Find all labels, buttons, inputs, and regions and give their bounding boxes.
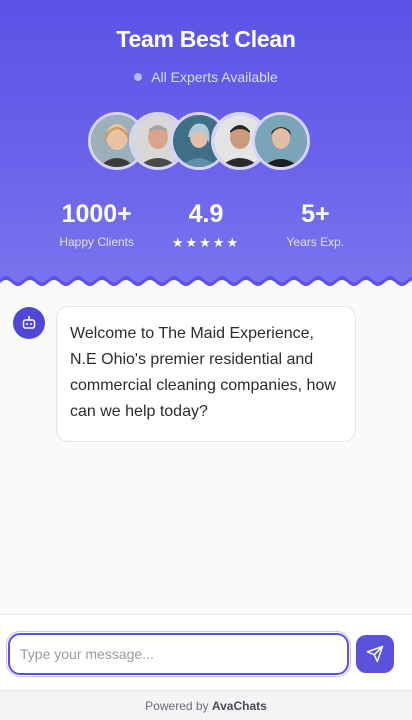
stat-label: Happy Clients bbox=[59, 235, 135, 249]
expert-avatars bbox=[88, 112, 310, 170]
footer-prefix: Powered by bbox=[145, 699, 209, 713]
stat-value: 5+ bbox=[301, 200, 330, 228]
footer-brand-link[interactable]: AvaChats bbox=[212, 699, 267, 713]
chat-widget: Team Best Clean All Experts Available 10… bbox=[0, 0, 412, 720]
availability-status: All Experts Available bbox=[0, 69, 412, 85]
message-input[interactable] bbox=[6, 631, 351, 677]
status-dot-icon bbox=[134, 73, 143, 81]
stat-label: Years Exp. bbox=[286, 235, 345, 249]
status-text: All Experts Available bbox=[151, 69, 278, 85]
team-title: Team Best Clean bbox=[116, 26, 296, 52]
send-icon bbox=[366, 645, 384, 663]
send-button[interactable] bbox=[356, 635, 394, 673]
message-composer bbox=[0, 614, 412, 690]
stat-years: 5+ Years Exp. bbox=[261, 200, 370, 251]
stat-clients: 1000+ Happy Clients bbox=[42, 200, 151, 251]
stats-row: 1000+ Happy Clients 4.9 ★★★★★ 5+ Years E… bbox=[0, 200, 412, 251]
chat-header: Team Best Clean All Experts Available 10… bbox=[0, 0, 412, 287]
stat-rating: 4.9 ★★★★★ bbox=[151, 200, 260, 251]
robot-icon bbox=[22, 316, 36, 329]
header-wave bbox=[0, 276, 412, 287]
expert-avatar-5 bbox=[252, 112, 310, 170]
powered-by-footer: Powered by AvaChats bbox=[0, 690, 412, 720]
stat-value: 4.9 bbox=[188, 200, 224, 228]
bot-avatar bbox=[13, 307, 45, 339]
stat-value: 1000+ bbox=[61, 200, 132, 228]
rating-stars-icon: ★★★★★ bbox=[171, 235, 241, 250]
bot-message-bubble: Welcome to The Maid Experience, N.E Ohio… bbox=[56, 306, 356, 442]
